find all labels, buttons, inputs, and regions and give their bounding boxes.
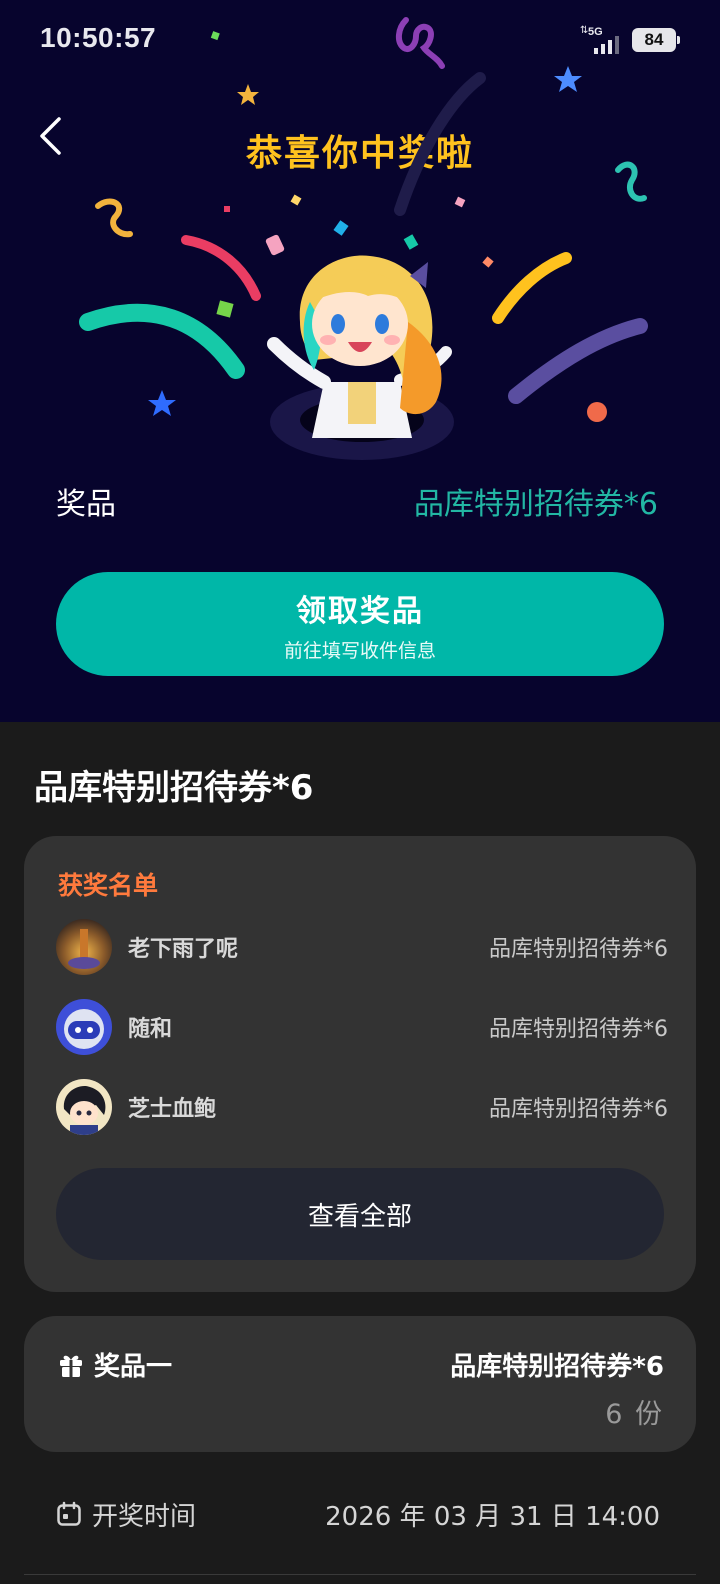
prize-section-heading: 品库特别招待券*6 xyxy=(34,768,314,808)
calendar-icon xyxy=(57,1501,81,1526)
draw-time-row: 开奖时间 2026 年 03 月 31 日 14:00 xyxy=(56,1490,660,1538)
winner-prize: 品库特别招待券*6 xyxy=(489,937,668,962)
winner-row[interactable]: 随和 品库特别招待券*6 xyxy=(56,998,668,1056)
prize-card-label: 奖品一 xyxy=(94,1352,173,1382)
winner-name: 老下雨了呢 xyxy=(128,937,239,962)
winner-prize: 品库特别招待券*6 xyxy=(489,1017,668,1042)
hero-section: 10:50:57 ⇅ 5G 84 恭喜你中奖啦 奖品 品库特别招待券*6 领取奖… xyxy=(0,0,720,722)
prize-card-quantity: 6 份 xyxy=(605,1399,664,1430)
bottom-divider xyxy=(24,1574,696,1575)
winners-title: 获奖名单 xyxy=(58,871,159,900)
prize-detail-card: 奖品一 品库特别招待券*6 6 份 xyxy=(24,1316,696,1452)
gift-icon xyxy=(60,1355,82,1377)
draw-time-label: 开奖时间 xyxy=(92,1501,197,1532)
draw-time-label-group: 开奖时间 xyxy=(56,1496,196,1533)
winner-name: 芝士血鲍 xyxy=(128,1097,217,1122)
prize-card-name: 品库特别招待券*6 xyxy=(450,1352,664,1382)
claim-prize-label: 领取奖品 xyxy=(296,593,424,629)
winner-prize: 品库特别招待券*6 xyxy=(489,1097,668,1122)
winner-row[interactable]: 老下雨了呢 品库特别招待券*6 xyxy=(56,918,668,976)
winners-card: 获奖名单 老下雨了呢 品库特别招待券*6 随和 品库特别招待券*6 芝士血鲍 品… xyxy=(24,836,696,1292)
claim-prize-button[interactable]: 领取奖品 前往填写收件信息 xyxy=(56,572,664,676)
claim-prize-sublabel: 前往填写收件信息 xyxy=(283,639,436,662)
draw-time-value: 2026 年 03 月 31 日 14:00 xyxy=(325,1501,660,1532)
winner-row[interactable]: 芝士血鲍 品库特别招待券*6 xyxy=(56,1078,668,1136)
avatar xyxy=(56,1079,112,1135)
prize-value: 品库特别招待券*6 xyxy=(413,487,658,522)
avatar xyxy=(56,919,112,975)
mascot-illustration xyxy=(267,255,454,460)
prize-card-header: 奖品一 xyxy=(58,1346,172,1383)
avatar xyxy=(56,999,112,1055)
prize-row: 奖品 品库特别招待券*6 xyxy=(56,478,658,524)
winner-name: 随和 xyxy=(128,1017,173,1042)
prize-label: 奖品 xyxy=(56,487,116,522)
view-all-button[interactable]: 查看全部 xyxy=(56,1168,664,1260)
